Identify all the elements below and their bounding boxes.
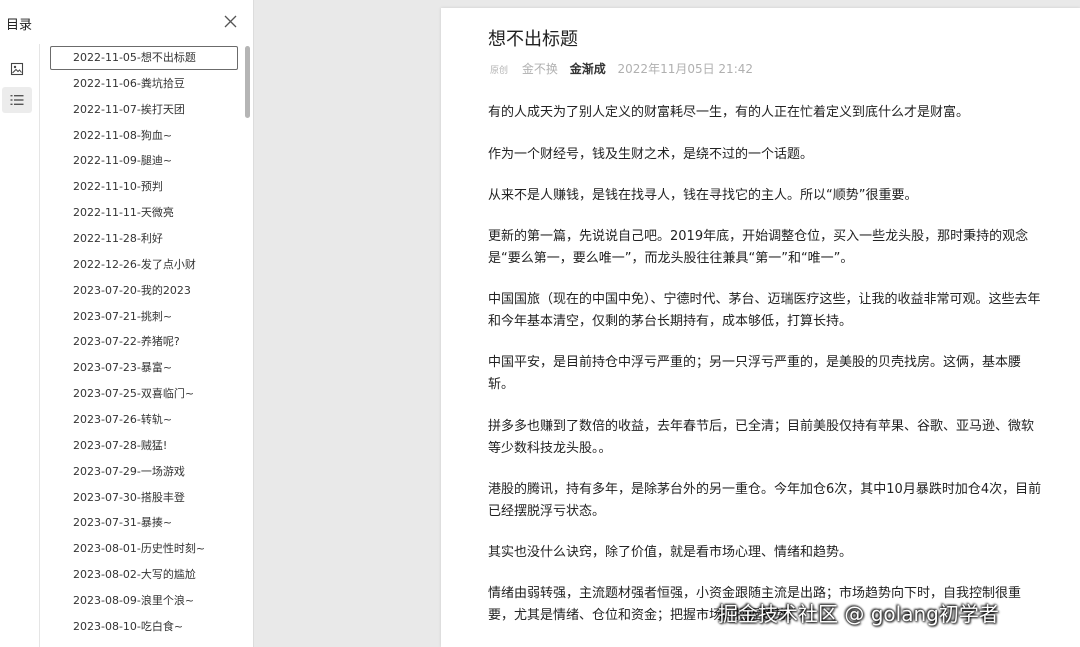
article-paragraph: 港股的腾讯，持有多年，是除茅台外的另一重仓。今年加仓6次，其中10月暴跌时加仓4… bbox=[488, 482, 1042, 519]
account-name[interactable]: 金不换 bbox=[522, 62, 558, 76]
toc-list: 2022-11-05-想不出标题 2022-11-06-粪坑拾豆 2022-11… bbox=[40, 44, 245, 647]
toc-item[interactable]: 2022-11-10-预判 bbox=[50, 175, 238, 199]
toc-item[interactable]: 2023-08-01-历史性时刻~ bbox=[50, 537, 238, 561]
publish-datetime: 2022年11月05日 21:42 bbox=[617, 62, 754, 76]
toc-item[interactable]: 2023-07-30-搭股丰登 bbox=[50, 486, 238, 510]
toc-scrollbar-thumb[interactable] bbox=[245, 46, 250, 118]
article-paragraph: 作为一个财经号，钱及生财之术，是绕不过的一个话题。 bbox=[488, 147, 814, 162]
article-paragraph: 有的人成天为了别人定义的财富耗尽一生，有的人正在忙着定义到底什么才是财富。 bbox=[488, 105, 970, 120]
original-tag: 原创 bbox=[490, 66, 509, 76]
close-icon bbox=[224, 15, 237, 28]
toc-item[interactable]: 2023-07-21-挑刺~ bbox=[50, 305, 238, 329]
toc-sidebar: 目录 2022-11-05-想不出标题 2022-11-06-粪坑拾豆 2022… bbox=[0, 0, 254, 647]
toc-item[interactable]: 2022-11-05-想不出标题 bbox=[50, 46, 238, 70]
toc-item[interactable]: 2023-07-20-我的2023 bbox=[50, 279, 238, 303]
toc-item[interactable]: 2023-07-22-养猪呢? bbox=[50, 330, 238, 354]
article-paragraph: 中国国旅（现在的中国中免）、宁德时代、茅台、迈瑞医疗这些，让我的收益非常可观。这… bbox=[488, 292, 1041, 329]
toc-item[interactable]: 2023-08-02-大写的尴尬 bbox=[50, 563, 238, 587]
toc-item[interactable]: 2022-11-06-粪坑拾豆 bbox=[50, 72, 238, 96]
sidebar-title: 目录 bbox=[6, 18, 33, 33]
watermark: 掘金技术社区 @ golang初学者 bbox=[718, 602, 999, 626]
article-paragraph: 更新的第一篇，先说说自己吧。2019年底，开始调整仓位，买入一些龙头股，那时秉持… bbox=[488, 229, 1029, 266]
toc-scrollbar-track[interactable] bbox=[245, 44, 251, 647]
image-icon bbox=[10, 62, 24, 76]
toc-item[interactable]: 2022-11-11-天微亮 bbox=[50, 201, 238, 225]
toc-item[interactable]: 2023-07-31-暴揍~ bbox=[50, 511, 238, 535]
toc-item[interactable]: 2023-07-25-双喜临门~ bbox=[50, 382, 238, 406]
article-paragraph: 拼多多也赚到了数倍的收益，去年春节后，已全清；目前美股仅持有苹果、谷歌、亚马逊、… bbox=[488, 419, 1035, 456]
sidebar-rail bbox=[0, 44, 40, 647]
close-button[interactable] bbox=[222, 13, 240, 31]
article-paragraph: 中国平安，是目前持仓中浮亏严重的；另一只浮亏严重的，是美股的贝壳找房。这俩，基本… bbox=[488, 355, 1022, 392]
toc-item[interactable]: 2022-11-07-挨打天团 bbox=[50, 98, 238, 122]
toc-item[interactable]: 2022-11-08-狗血~ bbox=[50, 124, 238, 148]
toc-item[interactable]: 2023-08-10-吃白食~ bbox=[50, 615, 238, 639]
article-meta: 原创 金不换 金渐成 2022年11月05日 21:42 bbox=[490, 60, 761, 77]
article-paragraph: 从来不是人赚钱，是钱在找寻人，钱在寻找它的主人。所以“顺势”很重要。 bbox=[488, 188, 918, 203]
toc-item[interactable]: 2022-11-28-利好 bbox=[50, 227, 238, 251]
toc-item[interactable]: 2023-07-29-一场游戏 bbox=[50, 460, 238, 484]
author-name: 金渐成 bbox=[569, 62, 606, 76]
outline-view-button[interactable] bbox=[2, 87, 32, 113]
toc-item[interactable]: 2023-07-28-贼猛! bbox=[50, 434, 238, 458]
toc-item[interactable]: 2023-08-09-浪里个浪~ bbox=[50, 589, 238, 613]
toc-item[interactable]: 2023-07-23-暴富~ bbox=[50, 356, 238, 380]
article-title: 想不出标题 bbox=[488, 29, 578, 50]
article-paragraph: 其实也没什么诀窍，除了价值，就是看市场心理、情绪和趋势。 bbox=[488, 545, 853, 560]
thumbnail-view-button[interactable] bbox=[2, 56, 32, 82]
sidebar-header: 目录 bbox=[0, 0, 253, 44]
list-icon bbox=[10, 95, 24, 105]
document-page: 想不出标题 原创 金不换 金渐成 2022年11月05日 21:42 有的人成天… bbox=[441, 8, 1080, 647]
toc-item[interactable]: 2023-07-26-转轨~ bbox=[50, 408, 238, 432]
toc-item[interactable]: 2022-11-09-腿迪~ bbox=[50, 149, 238, 173]
toc-item[interactable]: 2022-12-26-发了点小财 bbox=[50, 253, 238, 277]
